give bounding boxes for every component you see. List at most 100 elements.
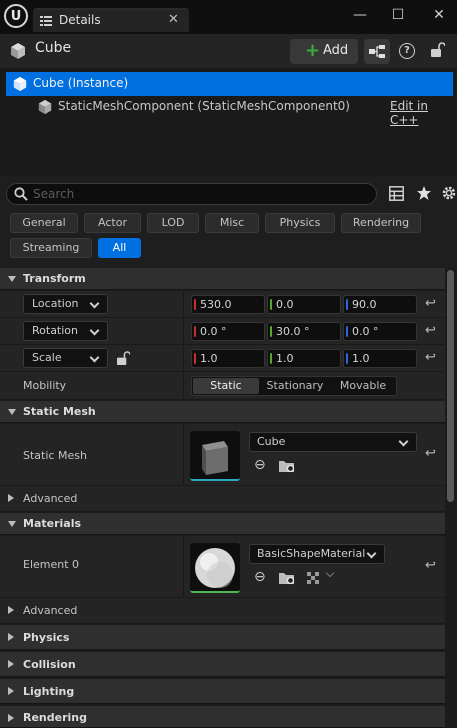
rotation-y-field[interactable]: 30.0 ° xyxy=(267,322,341,341)
help-icon[interactable]: ? xyxy=(399,43,415,59)
browse-icon[interactable] xyxy=(279,571,296,585)
star-icon[interactable] xyxy=(416,185,432,201)
category-label: Collision xyxy=(23,658,76,671)
reset-icon[interactable]: ↩ xyxy=(425,558,436,573)
use-selected-icon[interactable]: ⊖ xyxy=(254,457,266,473)
category-label: Materials xyxy=(23,517,82,530)
location-z-field[interactable]: 90.0 xyxy=(343,295,417,314)
divider xyxy=(183,424,184,486)
scale-x-value: 1.0 xyxy=(200,352,218,365)
filter-all[interactable]: All xyxy=(98,238,141,258)
reset-icon[interactable]: ↩ xyxy=(425,323,436,338)
z-axis-marker xyxy=(346,299,348,310)
texture-icon[interactable] xyxy=(307,572,320,584)
details-header: Cube + Add ? xyxy=(0,34,457,68)
scrollbar-thumb[interactable] xyxy=(447,270,454,502)
rotation-x-field[interactable]: 0.0 ° xyxy=(191,322,265,341)
location-mode-dropdown[interactable]: Location xyxy=(23,294,108,314)
chevron-down-icon xyxy=(366,548,377,559)
scale-y-value: 1.0 xyxy=(276,352,294,365)
maximize-icon[interactable]: ☐ xyxy=(386,6,410,24)
row-static-mesh-advanced[interactable]: Advanced xyxy=(0,486,445,512)
row-materials-advanced[interactable]: Advanced xyxy=(0,598,445,624)
mobility-selector: Static Stationary Movable xyxy=(191,376,397,396)
tree-item-cube-instance[interactable]: Cube (Instance) xyxy=(6,72,453,96)
scale-mode-dropdown[interactable]: Scale xyxy=(23,348,108,368)
combo-label: Scale xyxy=(32,351,62,364)
mobility-movable-option[interactable]: Movable xyxy=(330,378,396,394)
row-scale: Scale 1.0 1.0 1.0 ↩ xyxy=(0,345,445,372)
filter-rendering[interactable]: Rendering xyxy=(341,213,421,233)
filter-general[interactable]: General xyxy=(10,213,78,233)
combo-label: Rotation xyxy=(32,324,79,337)
rotation-z-field[interactable]: 0.0 ° xyxy=(343,322,417,341)
details-icon xyxy=(40,16,52,26)
use-selected-icon[interactable]: ⊖ xyxy=(254,569,266,585)
component-tree: Cube (Instance) StaticMeshComponent (Sta… xyxy=(0,68,457,176)
scale-x-field[interactable]: 1.0 xyxy=(191,349,265,368)
close-icon[interactable]: ✕ xyxy=(168,12,179,27)
cube-icon xyxy=(13,76,27,92)
reset-icon[interactable]: ↩ xyxy=(425,446,436,461)
reset-icon[interactable]: ↩ xyxy=(425,350,436,365)
mobility-stationary-option[interactable]: Stationary xyxy=(260,378,330,394)
rotation-y-value: 30.0 ° xyxy=(276,325,310,338)
rotation-mode-dropdown[interactable]: Rotation xyxy=(23,321,108,341)
filter-actor[interactable]: Actor xyxy=(84,213,141,233)
scale-z-field[interactable]: 1.0 xyxy=(343,349,417,368)
mobility-static-option[interactable]: Static xyxy=(193,378,259,394)
category-collision[interactable]: Collision xyxy=(0,652,445,677)
divider xyxy=(183,345,184,372)
tree-item-static-mesh-component[interactable]: StaticMeshComponent (StaticMeshComponent… xyxy=(6,96,453,127)
search-input[interactable] xyxy=(33,186,363,202)
expand-arrow-icon xyxy=(8,633,14,641)
tab-details[interactable]: Details ✕ xyxy=(33,8,189,32)
divider xyxy=(183,318,184,345)
chevron-down-icon[interactable] xyxy=(323,568,337,582)
category-label: Rendering xyxy=(23,711,87,724)
browse-icon[interactable] xyxy=(279,459,296,473)
lock-icon[interactable] xyxy=(431,42,445,58)
category-materials[interactable]: Materials xyxy=(0,513,445,535)
divider xyxy=(183,372,184,400)
location-y-field[interactable]: 0.0 xyxy=(267,295,341,314)
filter-misc[interactable]: Misc xyxy=(205,213,259,233)
blueprint-icon xyxy=(369,45,385,58)
divider xyxy=(183,291,184,318)
filter-physics[interactable]: Physics xyxy=(265,213,335,233)
lock-icon[interactable] xyxy=(117,351,130,366)
category-transform[interactable]: Transform xyxy=(0,268,445,290)
blueprint-button[interactable] xyxy=(364,39,390,64)
minimize-icon[interactable]: — xyxy=(348,6,372,24)
row-location: Location 530.0 0.0 90.0 ↩ xyxy=(0,291,445,318)
material-asset-dropdown[interactable]: BasicShapeMaterial xyxy=(249,544,385,564)
static-mesh-thumbnail[interactable] xyxy=(190,431,240,481)
scale-y-field[interactable]: 1.0 xyxy=(267,349,341,368)
location-x-field[interactable]: 530.0 xyxy=(191,295,265,314)
y-axis-marker xyxy=(270,299,272,310)
y-axis-marker xyxy=(270,353,272,364)
category-lighting[interactable]: Lighting xyxy=(0,679,445,704)
settings-icon[interactable] xyxy=(441,185,457,201)
reset-icon[interactable]: ↩ xyxy=(425,296,436,311)
combo-label: Location xyxy=(32,297,79,310)
material-thumbnail[interactable] xyxy=(190,543,240,593)
tree-item-label: Cube (Instance) xyxy=(33,76,129,90)
advanced-label: Advanced xyxy=(23,492,78,505)
tab-label: Details xyxy=(59,13,101,27)
add-component-button[interactable]: + Add xyxy=(290,39,358,64)
static-mesh-asset-dropdown[interactable]: Cube xyxy=(249,432,417,452)
filter-streaming[interactable]: Streaming xyxy=(10,238,92,258)
row-material-element-0: Element 0 BasicShapeMaterial ⊖ ↩ xyxy=(0,536,445,598)
edit-in-cpp-link[interactable]: Edit in C++ xyxy=(390,99,453,127)
category-physics[interactable]: Physics xyxy=(0,625,445,650)
filter-lod[interactable]: LOD xyxy=(147,213,199,233)
x-axis-marker xyxy=(194,326,196,337)
table-view-icon[interactable] xyxy=(389,186,404,201)
category-static-mesh[interactable]: Static Mesh xyxy=(0,401,445,423)
divider xyxy=(183,536,184,598)
add-icon: + xyxy=(305,40,321,61)
window-close-icon[interactable]: ✕ xyxy=(427,6,451,24)
z-axis-marker xyxy=(346,326,348,337)
category-rendering[interactable]: Rendering xyxy=(0,706,445,728)
